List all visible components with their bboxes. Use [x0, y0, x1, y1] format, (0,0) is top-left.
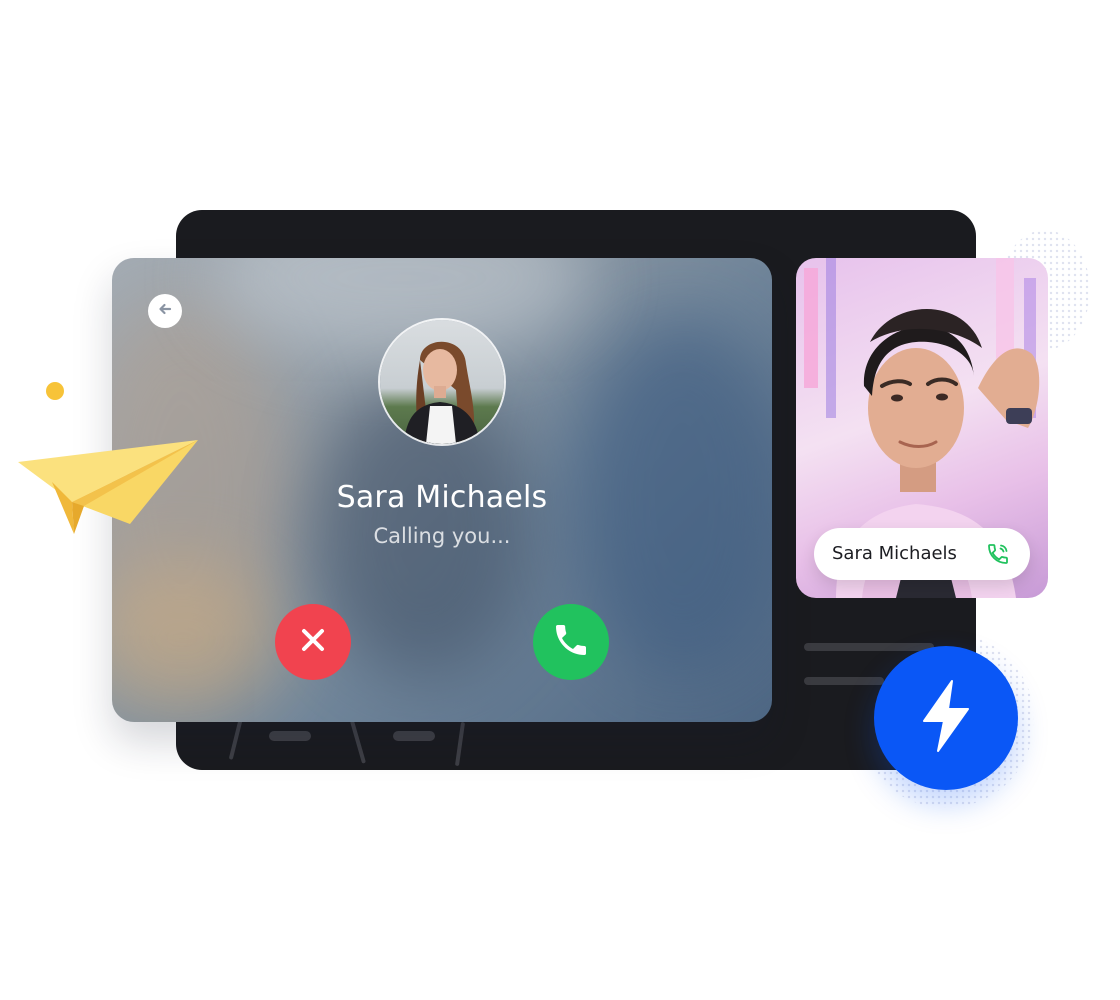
hero-illustration: Sara Michaels Calling you... Sara Michae…	[0, 0, 1120, 1000]
placeholder-line	[804, 677, 884, 685]
accept-call-button[interactable]	[533, 604, 609, 680]
placeholder-line	[804, 643, 934, 651]
decorative-stroke	[228, 716, 244, 760]
close-icon	[299, 626, 327, 659]
phone-icon	[551, 620, 591, 665]
lightning-bolt-icon	[920, 679, 972, 758]
decorative-stroke	[350, 720, 366, 764]
decorative-stroke	[454, 721, 466, 767]
arrow-left-icon	[157, 301, 173, 322]
placeholder-pill	[269, 731, 311, 741]
paper-plane-icon	[18, 440, 198, 534]
call-status: Calling you...	[373, 524, 511, 548]
back-button[interactable]	[148, 294, 182, 328]
caller-avatar	[378, 318, 506, 446]
decline-call-button[interactable]	[275, 604, 351, 680]
video-caller-name: Sara Michaels	[832, 543, 957, 564]
incoming-call-card: Sara Michaels Calling you...	[112, 258, 772, 722]
placeholder-pill	[393, 731, 435, 741]
yellow-dot-decoration	[46, 382, 64, 400]
video-call-tile: Sara Michaels	[796, 258, 1048, 598]
video-name-pill: Sara Michaels	[814, 528, 1030, 580]
caller-name: Sara Michaels	[336, 480, 548, 515]
phone-ringing-icon	[986, 542, 1010, 566]
lightning-badge	[874, 646, 1018, 790]
